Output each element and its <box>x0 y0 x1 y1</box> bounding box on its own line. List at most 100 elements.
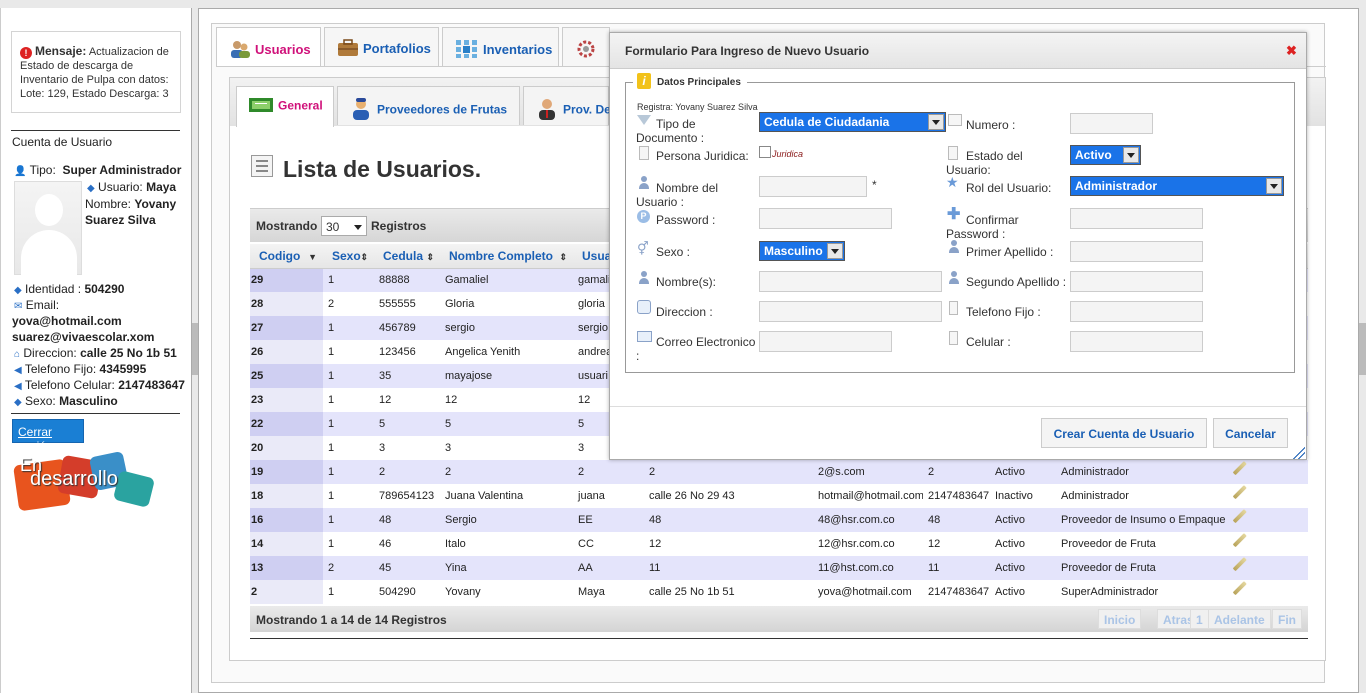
edit-pencil-icon[interactable] <box>1232 532 1254 553</box>
page-length-select[interactable]: 30 <box>321 216 367 236</box>
cell-cedula: 48 <box>374 508 440 532</box>
gear-icon <box>575 39 597 62</box>
direccion-label: Direccion : <box>656 305 713 319</box>
cell-rol: Administrador <box>1056 460 1228 484</box>
tab-inventarios[interactable]: Inventarios <box>442 27 559 66</box>
tipo-doc-label: Tipo de Documento : <box>636 117 705 145</box>
table-row[interactable]: 13 2 45 Yina AA 11 11@hst.com.co 11 Activo Provee… <box>250 556 1308 580</box>
column-header-nombre[interactable]: Nombre Completo ⇕ <box>440 244 573 269</box>
nombre-usuario-input[interactable] <box>759 176 867 197</box>
direccion-value: calle 25 No 1b 51 <box>80 346 177 360</box>
cell-estado: Activo <box>990 532 1056 556</box>
cell-rol: Proveedor de Fruta <box>1056 532 1228 556</box>
telefono-fijo-input[interactable] <box>1070 301 1203 322</box>
confirmar-password-input[interactable] <box>1070 208 1203 229</box>
message-box: ! Mensaje: Actualizacion de Estado de des… <box>11 31 181 113</box>
dialog-button-divider <box>610 406 1306 407</box>
page-first-button[interactable]: Inicio <box>1098 609 1142 629</box>
crear-cuenta-button[interactable]: Crear Cuenta de Usuario <box>1041 418 1207 448</box>
divider <box>11 413 180 414</box>
cell-direccion: calle 25 No 1b 51 <box>644 580 813 604</box>
tab-usuarios-label: Usuarios <box>255 41 311 57</box>
edit-pencil-icon[interactable] <box>1232 484 1254 505</box>
column-header-sexo[interactable]: Sexo ⇕ <box>323 244 374 269</box>
right-splitter[interactable] <box>1359 323 1366 375</box>
sort-icon: ⇕ <box>426 252 434 262</box>
tag-icon: ◆ <box>87 183 95 194</box>
sort-desc-icon: ▼ <box>308 252 317 262</box>
avatar <box>14 181 82 276</box>
correo-label: Correo Electronico : <box>636 335 756 363</box>
estado-select[interactable]: Activo <box>1070 145 1141 165</box>
column-header-codigo[interactable]: Codigo ▼ <box>250 244 323 269</box>
column-label: Cedula <box>383 248 424 263</box>
edit-pencil-icon[interactable] <box>1232 460 1254 481</box>
cell-cedula: 555555 <box>374 292 440 316</box>
password-input[interactable] <box>759 208 892 229</box>
correo-input[interactable] <box>759 331 892 352</box>
tab-portafolios[interactable]: Portafolios <box>324 27 439 66</box>
account-address: ⌂ Direccion: calle 25 No 1b 51 <box>14 346 177 360</box>
cell-usuario: 2 <box>573 460 644 484</box>
cancel-button[interactable]: Cancelar <box>1213 418 1288 448</box>
resize-grip-icon[interactable] <box>1293 447 1305 459</box>
cell-usuario: EE <box>573 508 644 532</box>
cell-cedula: 789654123 <box>374 484 440 508</box>
celular-input[interactable] <box>1070 331 1203 352</box>
cell-codigo: 16 <box>250 508 323 532</box>
tab-prov-de[interactable]: Prov. De <box>523 86 611 125</box>
table-row[interactable]: 2 1 504290 Yovany Maya calle 25 No 1b 51 yova@… <box>250 580 1308 604</box>
chevron-down-icon <box>1266 178 1282 194</box>
page-last-button[interactable]: Fin <box>1272 609 1302 629</box>
cell-nombre: 2 <box>440 460 573 484</box>
page-next-button[interactable]: Adelante <box>1208 609 1271 629</box>
column-header-cedula[interactable]: Cedula ⇕ <box>374 244 440 269</box>
cell-codigo: 26 <box>250 340 323 364</box>
cell-nombre: Yovany <box>440 580 573 604</box>
column-label: Usua <box>582 248 612 263</box>
tipo-doc-select[interactable]: Cedula de Ciudadania <box>759 112 946 132</box>
list-title: Lista de Usuarios. <box>283 156 482 182</box>
tab-proveedores-frutas[interactable]: Proveedores de Frutas <box>337 86 520 125</box>
segundo-apellido-input[interactable] <box>1070 271 1203 292</box>
table-row[interactable]: 19 1 2 2 2 2 2@s.com 2 Activo Administrador <box>250 460 1308 484</box>
cell-codigo: 18 <box>250 484 323 508</box>
tab-config[interactable] <box>562 27 610 66</box>
sexo-select[interactable]: Masculino <box>759 241 845 261</box>
rol-select[interactable]: Administrador <box>1070 176 1284 196</box>
cell-codigo: 29 <box>250 268 323 292</box>
nombres-input[interactable] <box>759 271 942 292</box>
cell-codigo: 13 <box>250 556 323 580</box>
cell-usuario: juana <box>573 484 644 508</box>
cell-direccion: 12 <box>644 532 813 556</box>
juridica-checkbox[interactable] <box>759 146 771 158</box>
usuario-value: Maya <box>146 180 177 194</box>
chevron-down-icon <box>1123 147 1139 163</box>
fieldset-legend: i Datos Principales <box>633 73 747 93</box>
tab-general[interactable]: General <box>236 86 334 127</box>
edit-pencil-icon[interactable] <box>1232 580 1254 601</box>
celular-label: Telefono Celular: <box>24 378 115 392</box>
numero-input[interactable] <box>1070 113 1153 134</box>
dialog-titlebar[interactable]: Formulario Para Ingreso de Nuevo Usuario… <box>610 33 1306 69</box>
identidad-value: 504290 <box>84 282 125 296</box>
table-row[interactable]: 14 1 46 Italo CC 12 12@hsr.com.co 12 Activo Prove… <box>250 532 1308 556</box>
tab-usuarios[interactable]: Usuarios <box>216 27 321 67</box>
page-1-button[interactable]: 1 <box>1190 609 1209 629</box>
tipo-label: Tipo: <box>29 163 56 177</box>
primer-apellido-input[interactable] <box>1070 241 1203 262</box>
edit-pencil-icon[interactable] <box>1232 508 1254 529</box>
table-row[interactable]: 18 1 789654123 Juana Valentina juana calle 26… <box>250 484 1308 508</box>
close-icon[interactable]: ✖ <box>1286 43 1297 59</box>
table-row[interactable]: 16 1 48 Sergio EE 48 48@hsr.com.co 48 Activo Prov… <box>250 508 1308 532</box>
cell-edit <box>1228 460 1308 484</box>
dialog-title: Formulario Para Ingreso de Nuevo Usuario <box>625 44 870 58</box>
logout-button[interactable]: Cerrar sesión <box>12 419 84 453</box>
direccion-input[interactable] <box>759 301 942 322</box>
tab-portafolios-label: Portafolios <box>363 40 431 56</box>
legend-label: Datos Principales <box>657 77 741 88</box>
cell-nombre: mayajose <box>440 364 573 388</box>
speaker-icon: ◀ <box>14 365 22 376</box>
en-desarrollo-logo: En desarrollo <box>13 450 156 512</box>
edit-pencil-icon[interactable] <box>1232 556 1254 577</box>
